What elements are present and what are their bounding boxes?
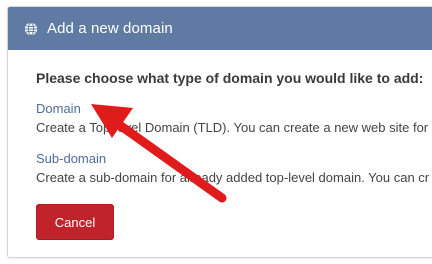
cancel-button[interactable]: Cancel	[36, 204, 114, 240]
domain-link[interactable]: Domain	[36, 101, 81, 116]
domain-description: Create a Top-level Domain (TLD). You can…	[36, 120, 429, 135]
panel-header: Add a new domain	[8, 7, 432, 50]
option-domain: Domain Create a Top-level Domain (TLD). …	[36, 100, 432, 137]
panel-title: Add a new domain	[47, 20, 173, 37]
panel-body: Please choose what type of domain you wo…	[8, 50, 432, 187]
globe-icon	[24, 21, 38, 36]
subdomain-description: Create a sub-domain for already added to…	[36, 170, 430, 185]
option-subdomain: Sub-domain Create a sub-domain for alrea…	[36, 150, 432, 187]
domain-type-question: Please choose what type of domain you wo…	[36, 70, 424, 86]
add-domain-panel: Add a new domain Please choose what type…	[7, 6, 432, 258]
subdomain-link[interactable]: Sub-domain	[36, 151, 106, 166]
